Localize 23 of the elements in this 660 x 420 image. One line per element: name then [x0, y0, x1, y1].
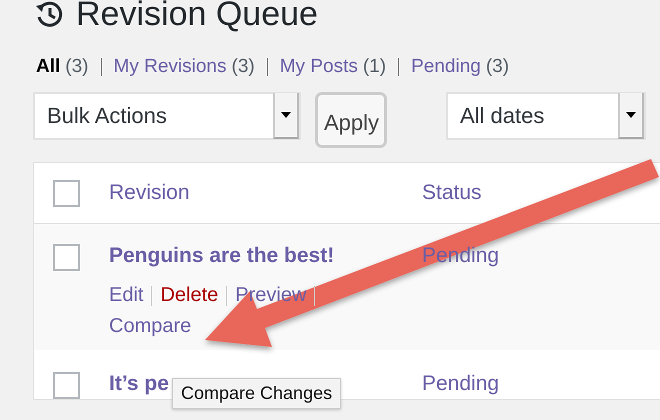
- status-text: Pending: [422, 372, 500, 396]
- apply-button[interactable]: Apply: [315, 92, 387, 148]
- row-checkbox[interactable]: [53, 372, 80, 399]
- filter-link[interactable]: My Revisions (3): [114, 56, 255, 78]
- filter-link[interactable]: My Posts (1): [280, 56, 386, 78]
- caret-icon: [626, 112, 636, 118]
- bulk-actions-dropdown[interactable]: Bulk Actions: [33, 92, 301, 140]
- row-action-link[interactable]: Edit: [109, 284, 144, 307]
- row-action-link[interactable]: Compare: [109, 315, 192, 338]
- select-all-checkbox[interactable]: [53, 180, 80, 206]
- revision-title-link[interactable]: Penguins are the best!: [109, 244, 334, 267]
- column-header[interactable]: Status: [422, 181, 482, 205]
- delete-link[interactable]: Delete: [160, 284, 218, 307]
- row-checkbox[interactable]: [53, 244, 80, 271]
- revision-title-link[interactable]: It’s pe: [109, 372, 169, 395]
- column-header[interactable]: Revision: [109, 181, 190, 204]
- date-dropdown[interactable]: All dates: [446, 92, 646, 140]
- caret-icon: [281, 112, 291, 118]
- filter-link[interactable]: All (3): [36, 56, 89, 78]
- page-title: Revision Queue: [76, 0, 318, 34]
- history-icon: [34, 0, 64, 29]
- compare-changes-tooltip: Compare Changes: [172, 378, 342, 409]
- filter-link[interactable]: Pending (3): [411, 56, 510, 78]
